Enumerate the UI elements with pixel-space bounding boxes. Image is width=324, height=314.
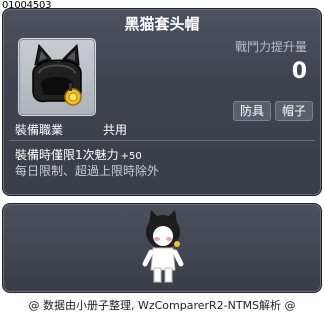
- attack-increase-value: 0: [291, 59, 307, 84]
- divider: [9, 140, 315, 141]
- charm-bonus-text: +50: [120, 151, 142, 162]
- required-job-value: 共用: [103, 123, 128, 137]
- category-tag-armor: 防具: [233, 101, 272, 121]
- character-preview-panel: [2, 203, 322, 293]
- item-title: 黑猫套头帽: [124, 15, 200, 33]
- black-cat-hood-icon: [32, 43, 82, 106]
- item-description-line2: 每日限制、超過上限時除外: [15, 164, 160, 178]
- footer-credit: @ 数据由小册子整理, WzComparerR2-NTMS解析 @: [28, 299, 296, 312]
- attack-increase-label: 戰鬥力提升量: [234, 40, 307, 54]
- item-description-line1: 裝備時僅限1次魅力 +50: [15, 146, 142, 163]
- category-tag-hat: 帽子: [275, 101, 314, 121]
- item-tooltip-panel: 黑猫套头帽 戰鬥力提升量 0 防具 帽子 裝備職業 共用 裝備時僅限1次魅力 +5…: [2, 8, 322, 196]
- item-icon-frame: [18, 38, 96, 116]
- charm-limit-text: 裝備時僅限1次魅力: [15, 148, 119, 162]
- required-job-label: 裝備職業: [15, 123, 64, 137]
- character-preview: [142, 210, 184, 283]
